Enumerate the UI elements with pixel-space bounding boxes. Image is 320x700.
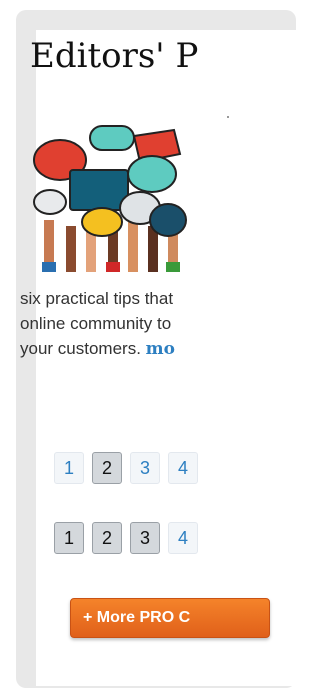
page-1-button[interactable]: 1 — [54, 452, 84, 484]
page-4-button[interactable]: 4 — [168, 452, 198, 484]
blurb-line: online community to — [20, 314, 172, 333]
speech-bubble-icons — [33, 125, 187, 237]
pagination-primary: 1 2 3 4 — [54, 452, 198, 484]
page-4-button[interactable]: 4 — [168, 522, 198, 554]
speech-bubbles-illustration[interactable] — [30, 112, 192, 272]
widget-blurb: six practical tips that online community… — [20, 286, 280, 362]
decorative-dot — [227, 116, 229, 118]
widget-title: Editors' P — [30, 36, 199, 76]
page-3-button[interactable]: 3 — [130, 452, 160, 484]
more-link[interactable]: mo — [146, 339, 175, 359]
blurb-line-text: your customers. — [20, 339, 146, 358]
page-1-button[interactable]: 1 — [54, 522, 84, 554]
blurb-line: your customers. mo — [20, 336, 280, 362]
blurb-line: six practical tips that — [20, 289, 174, 308]
page-2-button[interactable]: 2 — [92, 452, 122, 484]
page-2-button[interactable]: 2 — [92, 522, 122, 554]
page-3-button[interactable]: 3 — [130, 522, 160, 554]
more-pro-button[interactable]: + More PRO C — [70, 598, 270, 638]
pagination-secondary: 1 2 3 4 — [54, 522, 198, 554]
